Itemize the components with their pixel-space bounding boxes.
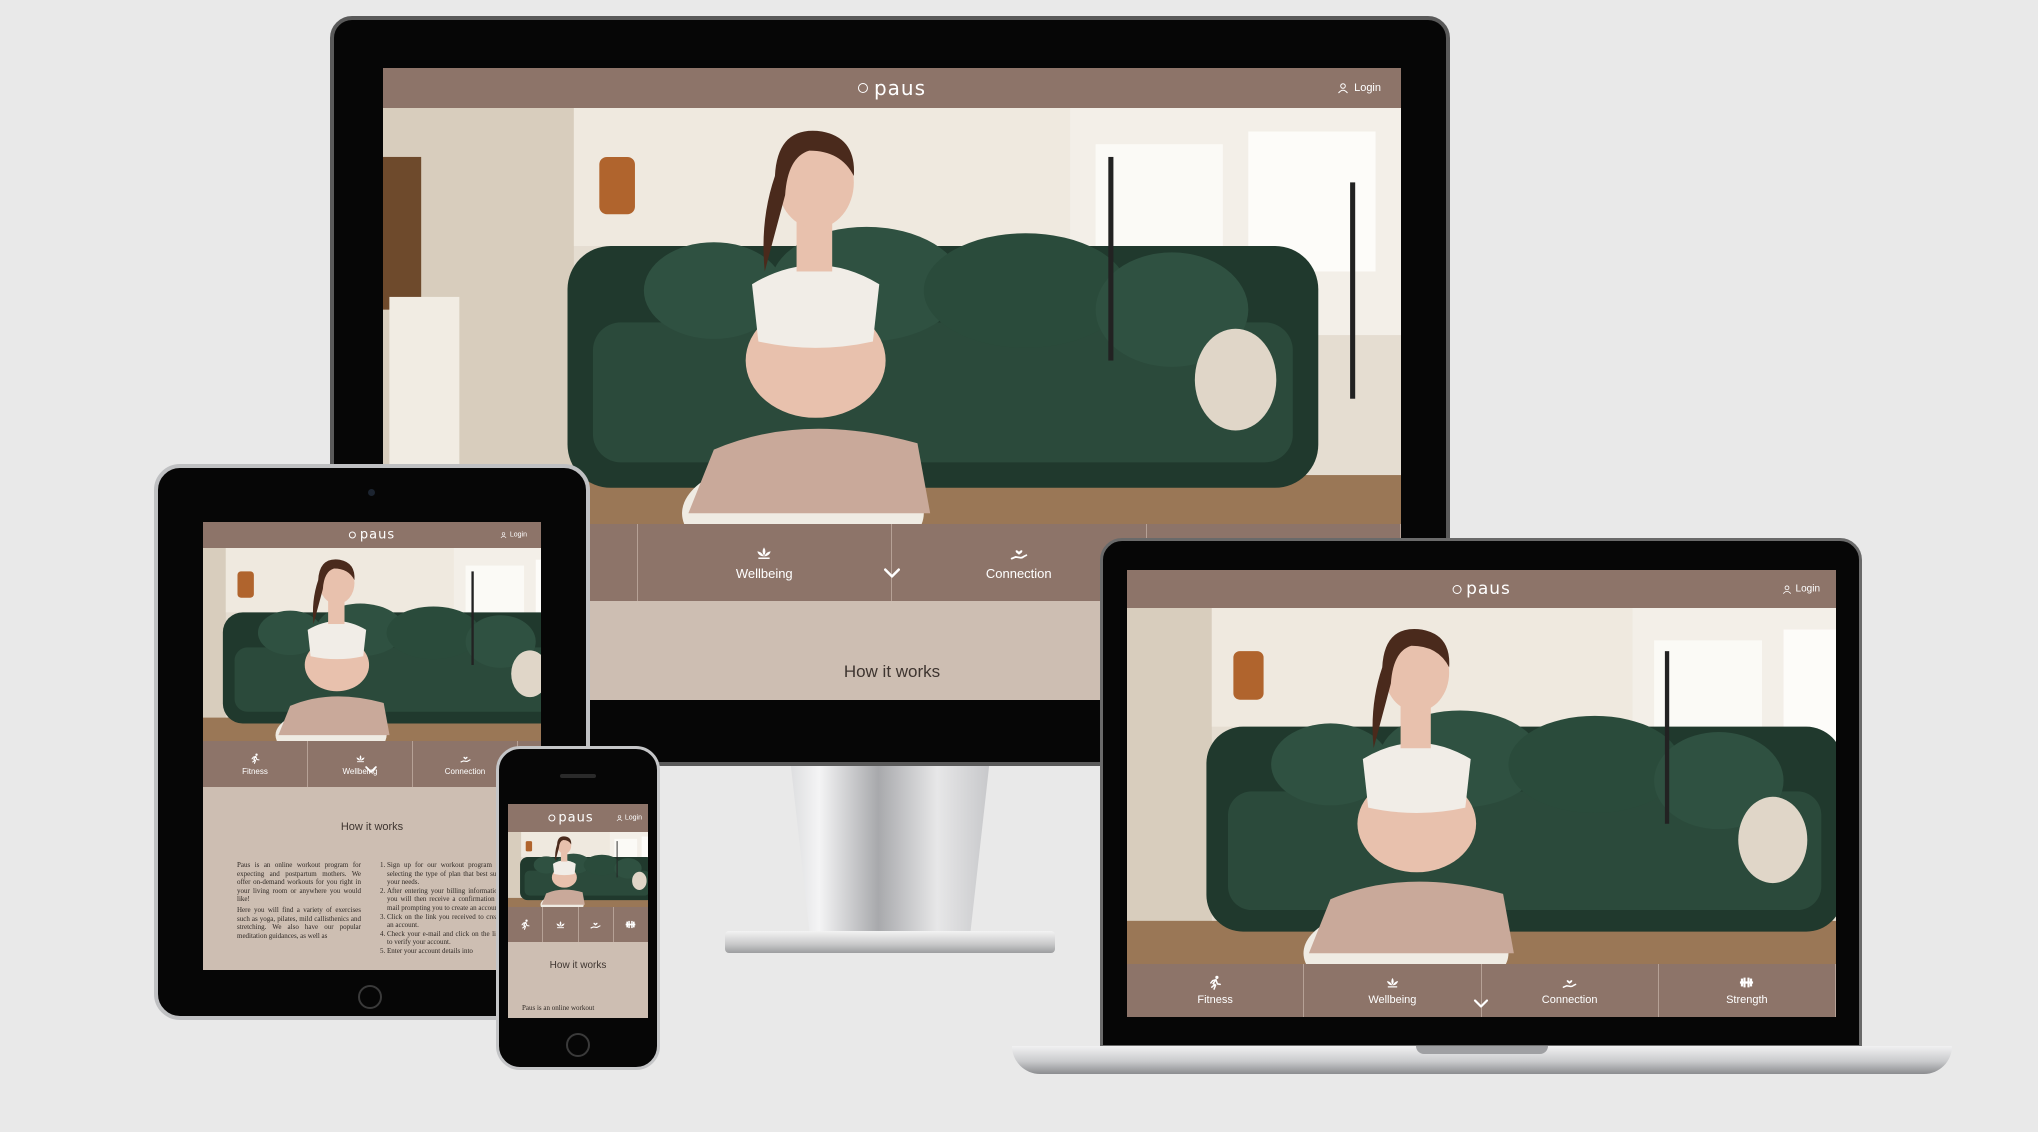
nav-label: Fitness — [1197, 994, 1233, 1006]
phone-speaker — [560, 774, 596, 778]
tablet-home-button[interactable] — [358, 985, 382, 1009]
logo-text: paus — [1466, 579, 1511, 599]
hero-image — [383, 108, 1401, 524]
site-logo[interactable]: paus — [857, 76, 927, 100]
laptop-screen: paus Login Fitness Wellbeing Connection … — [1127, 570, 1836, 1017]
logo-text: paus — [873, 76, 927, 100]
dumbbell-icon — [625, 919, 636, 930]
user-icon — [1782, 584, 1792, 594]
site-header: paus Login — [508, 804, 648, 832]
dumbbell-icon — [1739, 975, 1754, 990]
login-label: Login — [624, 814, 642, 822]
how-it-works-title: How it works — [340, 821, 404, 833]
lotus-icon — [555, 919, 566, 930]
runner-icon — [250, 753, 261, 764]
monitor-stand-foot — [725, 931, 1055, 953]
how-it-works-title: How it works — [549, 960, 607, 971]
phone-device: paus Login How it works Paus is an onlin… — [496, 746, 660, 1072]
nav-item-connection[interactable] — [579, 907, 614, 942]
intro-paragraph: Here you will find a variety of exercise… — [237, 905, 361, 940]
hero-image — [203, 548, 541, 741]
lotus-icon — [755, 544, 773, 562]
signup-step: Sign up for our workout program by selec… — [387, 861, 503, 887]
nav-item-wellbeing[interactable]: Wellbeing — [638, 524, 892, 601]
nav-item-wellbeing[interactable]: Wellbeing — [308, 741, 413, 787]
site-logo[interactable]: paus — [548, 811, 593, 826]
nav-item-fitness[interactable] — [508, 907, 544, 942]
laptop-device: paus Login Fitness Wellbeing Connection … — [1012, 538, 1952, 1078]
logo-text: paus — [558, 810, 594, 826]
phone-home-button[interactable] — [566, 1033, 590, 1057]
nav-label: Wellbeing — [735, 566, 793, 581]
category-nav: Fitness Wellbeing Connection Strength — [1127, 964, 1836, 1017]
chevron-down-icon[interactable] — [365, 765, 378, 774]
nav-item-strength[interactable]: Strength — [1659, 964, 1836, 1017]
nav-item-fitness[interactable]: Fitness — [1127, 964, 1305, 1017]
nav-item-wellbeing[interactable]: Wellbeing — [1304, 964, 1482, 1017]
intro-copy: Paus is an online workout program for ex… — [237, 861, 361, 942]
login-link[interactable]: Login — [1337, 82, 1381, 94]
runner-icon — [1208, 975, 1223, 990]
logo-ring-icon — [548, 814, 556, 822]
logo-ring-icon — [1452, 584, 1462, 594]
login-link[interactable]: Login — [500, 532, 527, 539]
nav-label: Fitness — [242, 766, 268, 776]
hand-heart-icon — [460, 753, 471, 764]
lotus-icon — [1385, 975, 1400, 990]
lotus-icon — [355, 753, 366, 764]
login-link[interactable]: Login — [1782, 584, 1820, 595]
user-icon — [616, 815, 623, 822]
hand-heart-icon — [590, 919, 601, 930]
site-header: paus Login — [383, 68, 1401, 108]
signup-steps: Sign up for our workout program by selec… — [377, 861, 503, 969]
hand-heart-icon — [1562, 975, 1577, 990]
chevron-down-icon[interactable] — [1473, 998, 1489, 1009]
intro-copy: Paus is an online workout — [522, 1004, 595, 1012]
signup-step: Check your e-mail and click on the link … — [387, 930, 503, 947]
runner-icon — [520, 919, 531, 930]
nav-label: Wellbeing — [1368, 994, 1417, 1006]
nav-label: Strength — [1726, 994, 1768, 1006]
signup-step: Click on the link you received to create… — [387, 913, 503, 930]
hero-image — [508, 832, 648, 907]
intro-paragraph: Paus is an online workout program for ex… — [237, 861, 361, 904]
signup-step: Enter your account details into — [387, 947, 503, 956]
login-label: Login — [1795, 583, 1820, 595]
logo-ring-icon — [348, 531, 356, 539]
login-label: Login — [509, 531, 527, 539]
site-header: paus Login — [203, 522, 541, 548]
how-it-works-section: How it works Paus is an online workout p… — [203, 787, 541, 970]
site-header: paus Login — [1127, 570, 1836, 608]
login-label: Login — [1354, 82, 1381, 94]
user-icon — [500, 532, 507, 539]
tablet-screen: paus Login Fitness Wellbeing Connection … — [203, 522, 541, 970]
category-nav — [508, 907, 648, 942]
hero-image — [1127, 608, 1836, 964]
nav-item-connection[interactable]: Connection — [1482, 964, 1659, 1017]
nav-item-wellbeing[interactable] — [543, 907, 579, 942]
site-logo[interactable]: paus — [348, 527, 396, 543]
monitor-stand-neck — [790, 766, 990, 934]
chevron-down-icon[interactable] — [883, 567, 901, 579]
nav-label: Connection — [1541, 994, 1598, 1006]
site-logo[interactable]: paus — [1452, 579, 1511, 599]
phone-screen: paus Login How it works Paus is an onlin… — [508, 804, 648, 1018]
user-icon — [1337, 82, 1349, 94]
signup-step: After entering your billing information,… — [387, 887, 503, 913]
nav-label: Connection — [444, 766, 486, 776]
logo-text: paus — [359, 527, 396, 543]
how-it-works-section: How it works Paus is an online workout — [508, 942, 648, 1018]
tablet-camera — [368, 489, 375, 496]
nav-item-strength[interactable] — [614, 907, 648, 942]
nav-item-fitness[interactable]: Fitness — [203, 741, 308, 787]
login-link[interactable]: Login — [616, 815, 642, 822]
category-nav: Fitness Wellbeing Connection Strength — [203, 741, 541, 787]
logo-ring-icon — [857, 83, 868, 93]
laptop-notch — [1416, 1046, 1548, 1054]
